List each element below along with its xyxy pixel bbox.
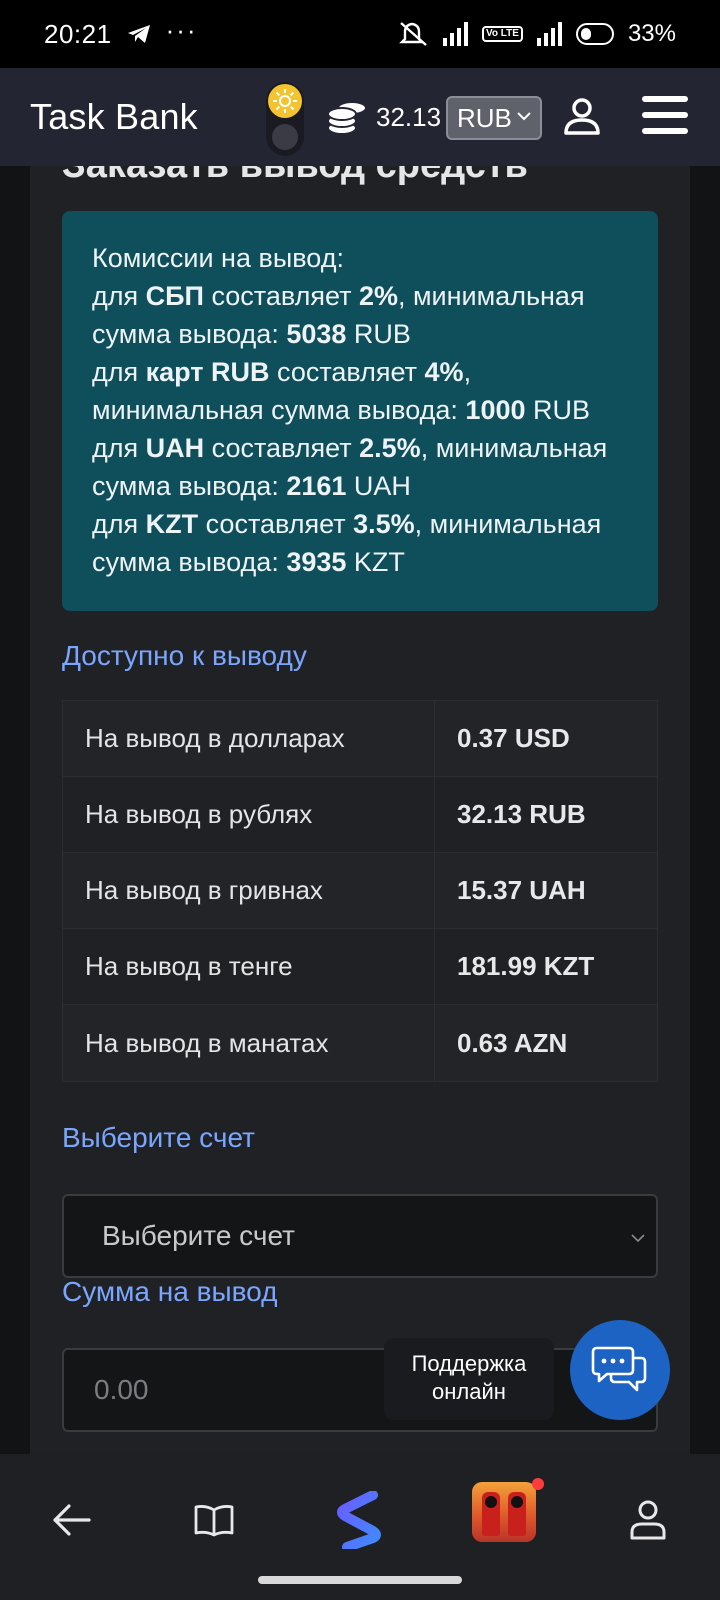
game-ad-thumbnail[interactable] <box>472 1482 536 1542</box>
row-value: 0.37 USD <box>457 723 570 753</box>
account-select[interactable]: Выберите счет <box>62 1194 658 1278</box>
profile-button[interactable] <box>618 1490 678 1550</box>
status-time: 20:21 <box>44 18 112 49</box>
row-name: На вывод в долларах <box>63 701 435 776</box>
table-row: На вывод в гривнах 15.37 UAH <box>63 853 657 929</box>
support-tooltip: Поддержка онлайн <box>384 1338 554 1420</box>
account-select-value: Выберите счет <box>102 1220 295 1251</box>
row-value: 0.63 AZN <box>457 1027 568 1058</box>
balance-amount: 32.13 <box>376 102 442 132</box>
chat-bubbles-icon <box>591 1346 647 1392</box>
currency-value: RUB <box>457 102 512 133</box>
theme-toggle[interactable] <box>266 82 304 156</box>
commission-line-cards-rub: для карт RUB составляет 4%, минимальная … <box>92 357 591 425</box>
back-button[interactable] <box>42 1490 102 1550</box>
mute-icon <box>399 22 427 46</box>
amount-field[interactable] <box>62 1348 658 1432</box>
amount-label: Сумма на вывод <box>62 1276 278 1307</box>
notification-dot <box>532 1478 544 1490</box>
page-title: Заказать вывод средств <box>62 166 528 187</box>
browser-logo-button[interactable] <box>330 1490 390 1550</box>
signal-2-icon <box>536 22 562 46</box>
table-row: На вывод в тенге 181.99 KZT <box>63 929 657 1005</box>
table-row: На вывод в рублях 32.13 RUB <box>63 777 657 853</box>
telegram-icon <box>127 25 150 43</box>
status-bar: 20:21 ··· Vo LTE 33% <box>0 0 720 68</box>
more-notifications-icon: ··· <box>165 14 198 45</box>
available-table: На вывод в долларах 0.37 USD На вывод в р… <box>62 700 658 1082</box>
account-label: Выберите счет <box>62 1122 255 1153</box>
row-name: На вывод в манатах <box>63 1005 435 1081</box>
back-arrow-icon <box>53 1504 91 1536</box>
row-name: На вывод в гривнах <box>63 853 435 928</box>
table-row: На вывод в манатах 0.63 AZN <box>63 1005 657 1081</box>
support-line-2: онлайн <box>432 1379 506 1404</box>
commission-line-sbp: для СБП составляет 2%, минимальная сумма… <box>92 281 585 349</box>
commission-line-uah: для UAH составляет 2.5%, минимальная сум… <box>92 433 608 501</box>
commission-info: Комиссии на вывод: для СБП составляет 2%… <box>62 211 658 611</box>
row-value: 15.37 UAH <box>457 875 586 905</box>
home-indicator[interactable] <box>258 1576 462 1584</box>
chevron-down-icon <box>631 1234 645 1243</box>
available-label: Доступно к выводу <box>62 640 307 671</box>
sun-icon <box>268 84 302 118</box>
amount-input[interactable] <box>94 1350 374 1430</box>
user-profile-icon[interactable] <box>562 96 602 136</box>
row-name: На вывод в тенге <box>63 929 435 1004</box>
coins-icon <box>327 101 367 135</box>
brand-logo[interactable]: Task Bank <box>30 96 198 138</box>
row-value: 181.99 KZT <box>457 951 595 981</box>
chevron-down-icon <box>517 112 531 121</box>
currency-select[interactable]: RUB <box>446 96 542 140</box>
main-content: Заказать вывод средств Комиссии на вывод… <box>0 166 720 1454</box>
volte-icon: Vo LTE <box>481 26 523 42</box>
book-icon <box>194 1505 234 1537</box>
table-row: На вывод в долларах 0.37 USD <box>63 701 657 777</box>
row-value: 32.13 RUB <box>457 799 586 829</box>
support-line-1: Поддержка <box>411 1351 527 1376</box>
signal-icon <box>442 22 468 46</box>
commission-intro: Комиссии на вывод: <box>92 243 344 273</box>
battery-percent: 33% <box>627 20 676 47</box>
figure-icon <box>508 1492 526 1536</box>
row-name: На вывод в рублях <box>63 777 435 852</box>
app-header: Task Bank 32.13 RUB <box>0 68 720 166</box>
hamburger-menu-icon[interactable] <box>642 96 688 136</box>
commission-line-kzt: для KZT составляет 3.5%, минимальная сум… <box>92 509 602 577</box>
support-chat-button[interactable] <box>570 1320 670 1420</box>
moon-icon <box>272 124 298 150</box>
user-icon <box>630 1500 666 1540</box>
battery-icon <box>575 23 614 45</box>
figure-icon <box>482 1492 500 1536</box>
browser-logo-icon <box>337 1491 381 1549</box>
bookmarks-button[interactable] <box>184 1490 244 1550</box>
